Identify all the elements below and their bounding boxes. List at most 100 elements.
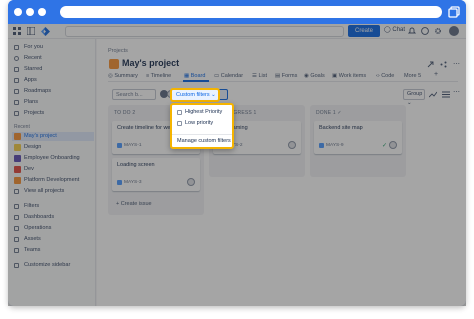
share-icon[interactable]	[440, 61, 447, 68]
checkmark-icon: ✓	[337, 110, 342, 116]
group-button[interactable]: Group ⌄	[403, 89, 425, 106]
tab-forms[interactable]: ▤ Forms	[275, 73, 297, 79]
create-button[interactable]: Create	[348, 25, 380, 37]
sidebar-item-label: Dev	[24, 166, 34, 172]
tab-list[interactable]: ☰ List	[252, 73, 267, 79]
sidebar-project-platform-development[interactable]: Platform Development	[12, 176, 94, 185]
assignee-avatar[interactable]	[288, 141, 296, 149]
column-title: DONE 1 ✓	[316, 110, 342, 116]
insights-icon[interactable]	[429, 91, 437, 98]
column-title-text: DONE	[316, 110, 332, 116]
grid-menu-icon[interactable]	[13, 27, 21, 35]
sidebar-item-roadmaps[interactable]: Roadmaps	[12, 87, 94, 96]
project-tabs: ◎ Summary ≡ Timeline ▦ Board ▭ Calendar …	[108, 71, 458, 82]
expand-icon[interactable]	[427, 61, 434, 68]
sidebar-item-operations[interactable]: Operations	[12, 224, 94, 233]
tab-board[interactable]: ▦ Board	[184, 73, 205, 79]
sidebar-item-label: For you	[24, 44, 43, 50]
sidebar-item-label: Platform Development	[24, 177, 80, 183]
jira-logo-icon[interactable]	[41, 27, 50, 36]
assignee-avatar[interactable]	[389, 141, 397, 149]
tab-summary[interactable]: ◎ Summary	[108, 73, 138, 79]
issue-card[interactable]: Wireframing MAYS-2	[213, 121, 301, 154]
tab-label: Work items	[338, 73, 367, 79]
sidebar-item-for-you[interactable]: For you	[12, 43, 94, 52]
more-actions-icon[interactable]: ⋯	[453, 60, 460, 68]
issue-card[interactable]: Backend site map MAYS-9 ✓	[314, 121, 402, 154]
help-icon[interactable]	[421, 27, 429, 35]
sidebar-item-plans[interactable]: Plans	[12, 98, 94, 107]
tab-more[interactable]: More 5	[404, 73, 421, 79]
sidebar-view-all-projects[interactable]: View all projects	[12, 187, 94, 196]
tab-goals[interactable]: ◉ Goals	[304, 73, 325, 79]
sidebar-project-employee-onboarding[interactable]: Employee Onboarding	[12, 154, 94, 163]
chat-button[interactable]: ◯ Chat	[384, 26, 405, 33]
user-icon	[14, 45, 19, 50]
sidebar-item-label: Plans	[24, 99, 38, 105]
sidebar-project-design[interactable]: Design	[12, 143, 94, 152]
sidebar-item-assets[interactable]: Assets	[12, 235, 94, 244]
project-avatar-icon	[14, 177, 21, 184]
tab-work-items[interactable]: ▣ Work items	[332, 73, 366, 79]
sidebar-customize[interactable]: Customize sidebar	[12, 261, 94, 270]
custom-filters-button[interactable]: Custom filters	[181, 89, 228, 100]
sidebar-item-starred[interactable]: Starred	[12, 65, 94, 74]
breadcrumb[interactable]: Projects	[108, 48, 128, 54]
project-avatar-icon	[109, 59, 119, 69]
issue-card[interactable]: Create timeline for website MAYS-1	[112, 121, 200, 154]
sidebar-project-dev[interactable]: Dev	[12, 165, 94, 174]
tab-code[interactable]: ‹› Code	[376, 73, 394, 79]
sidebar-item-dashboards[interactable]: Dashboards	[12, 213, 94, 222]
sidebar-item-label: Recent	[24, 55, 42, 61]
sidebar-item-recent[interactable]: Recent	[12, 54, 94, 63]
plans-icon	[14, 100, 19, 105]
column-title-text: IN PROGRESS	[215, 110, 252, 116]
create-issue-button[interactable]: + Create issue	[116, 201, 152, 207]
tab-label: More	[404, 73, 417, 79]
address-bar[interactable]	[60, 6, 442, 18]
column-title: TO DO 2	[114, 110, 135, 116]
main-content: Projects May's project ⋯ ◎ Summary ≡ Tim…	[97, 39, 466, 306]
more-options-icon[interactable]: ⋯	[453, 88, 460, 96]
sidebar-item-teams[interactable]: Teams	[12, 246, 94, 255]
recent-section-label: Recent	[14, 124, 30, 130]
sidebar-project-mays-project[interactable]: May's project	[12, 132, 94, 141]
user-avatar[interactable]	[449, 26, 459, 36]
sidebar: For you Recent Starred Apps Roadmaps Pla…	[8, 39, 96, 306]
dashboard-icon	[14, 215, 19, 220]
sidebar-item-apps[interactable]: Apps	[12, 76, 94, 85]
view-settings-icon[interactable]	[442, 91, 450, 98]
sidebar-item-label: Design	[24, 144, 42, 150]
window-dot-icon[interactable]	[14, 8, 22, 16]
sidebar-item-projects[interactable]: Projects	[12, 109, 94, 118]
window-dot-icon[interactable]	[26, 8, 34, 16]
clock-icon	[14, 56, 19, 61]
tab-timeline[interactable]: ≡ Timeline	[146, 73, 171, 79]
calendar-icon: ▭	[214, 73, 221, 79]
column-count: 1	[332, 110, 336, 116]
add-tab-icon[interactable]: +	[434, 71, 438, 78]
board-icon: ▦	[184, 73, 191, 79]
board-toolbar: Search b... Custom filters Group ⌄ ⋯	[108, 87, 460, 106]
settings-gear-icon[interactable]	[434, 27, 442, 35]
window-dot-icon[interactable]	[38, 8, 46, 16]
board-search-input[interactable]: Search b...	[112, 89, 156, 100]
sidebar-item-label: View all projects	[24, 188, 65, 194]
issue-card[interactable]: Loading screen MAYS-3	[112, 158, 200, 191]
tab-calendar[interactable]: ▭ Calendar	[214, 73, 243, 79]
board-column-done: DONE 1 ✓ Backend site map MAYS-9 ✓	[310, 105, 406, 177]
issue-key: MAYS-2	[225, 143, 243, 148]
app-switcher-icon[interactable]	[27, 27, 35, 35]
sidebar-item-filters[interactable]: Filters	[12, 202, 94, 211]
assignee-avatar[interactable]	[187, 178, 195, 186]
issue-key: MAYS-1	[124, 143, 142, 148]
tabs-icon[interactable]	[448, 6, 460, 18]
search-input[interactable]	[65, 26, 344, 37]
avatar[interactable]	[167, 90, 175, 98]
project-avatar-icon	[14, 166, 21, 173]
issue-title: Create timeline for website	[117, 125, 183, 131]
folder-icon	[14, 111, 19, 116]
notifications-icon[interactable]	[408, 27, 416, 35]
tab-label: Code	[381, 73, 395, 79]
assignee-avatar[interactable]	[187, 141, 195, 149]
